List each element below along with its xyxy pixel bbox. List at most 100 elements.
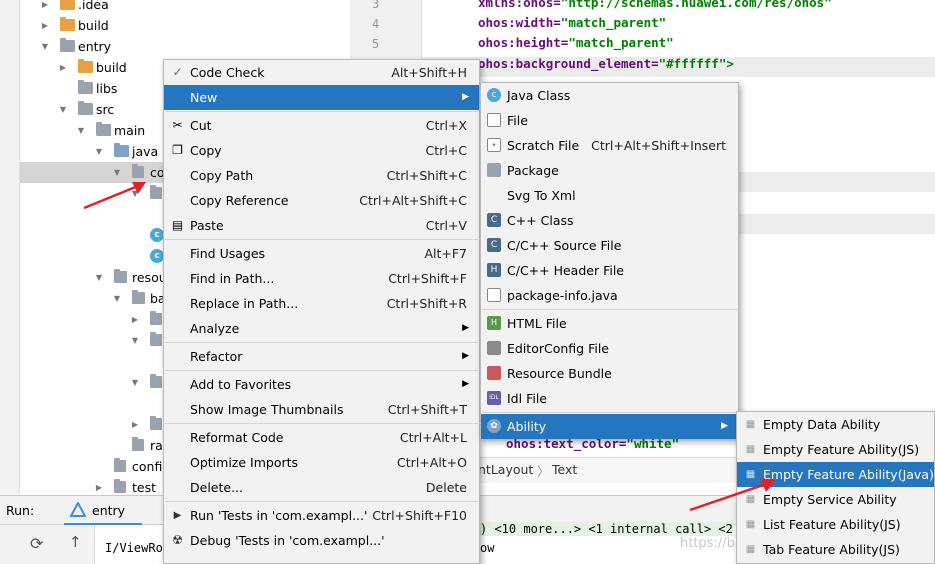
module-folder-icon [60,38,75,52]
menu-label: Paste [190,218,224,233]
menu-separator [482,309,737,310]
folder-icon [150,416,162,430]
menu-item-find-in-path[interactable]: Find in Path... Ctrl+Shift+F [164,266,479,291]
menu-item-empty-feature-ability-js[interactable]: ▦ Empty Feature Ability(JS) [737,437,934,462]
chevron-down-icon[interactable]: ▼ [58,99,68,120]
menu-item-copy-reference[interactable]: Copy Reference Ctrl+Alt+Shift+C [164,188,479,213]
menu-item-add-to-favorites[interactable]: Add to Favorites ▶ [164,372,479,397]
chevron-down-icon[interactable]: ▼ [40,36,50,57]
code-line: ohos:width="match_parent" [478,15,666,30]
menu-item-list-feature-ability-js[interactable]: ▦ List Feature Ability(JS) [737,512,934,537]
menu-separator [165,342,478,343]
chevron-right-icon: 〉 [537,464,550,479]
folder-icon [132,290,145,304]
tree-row-idea[interactable]: ▶ .idea [20,0,360,15]
chevron-down-icon[interactable]: ▼ [94,267,104,288]
menu-item-empty-data-ability[interactable]: ▦ Empty Data Ability [737,412,934,437]
chevron-right-icon[interactable]: ▶ [40,0,50,15]
menu-item-reformat-code[interactable]: Reformat Code Ctrl+Alt+L [164,425,479,450]
menu-item-java-class[interactable]: c Java Class [481,83,738,108]
tree-label: ra [150,438,163,453]
menu-shortcut: Alt+Shift+H [391,65,467,80]
tool-window-strip [0,0,20,495]
tree-row-entry[interactable]: ▼ entry [20,36,360,57]
menu-item-run-tests[interactable]: ▶ Run 'Tests in 'com.exampl...' Ctrl+Shift… [164,503,479,528]
menu-label: Scratch File [507,138,580,153]
code-attr: xmlns:ohos= [478,0,561,10]
menu-item-paste[interactable]: ▤ Paste Ctrl+V [164,213,479,238]
tree-row-build[interactable]: ▶ build [20,15,360,36]
menu-label: Analyze [190,321,240,336]
chevron-down-icon[interactable]: ▼ [130,372,140,393]
rerun-icon[interactable]: ⟳ [30,534,43,553]
menu-shortcut: Ctrl+Alt+O [397,455,467,470]
chevron-right-icon[interactable]: ▶ [130,414,140,435]
scratch-file-icon: • [487,138,501,152]
menu-item-cpp-class[interactable]: C C++ Class [481,208,738,233]
menu-item-tab-feature-ability-js[interactable]: ▦ Tab Feature Ability(JS) [737,537,934,562]
menu-item-cpp-header[interactable]: H C/C++ Header File [481,258,738,283]
menu-separator [165,370,478,371]
class-icon: c [150,249,164,263]
menu-item-cpp-source[interactable]: C C/C++ Source File [481,233,738,258]
menu-separator [482,412,737,413]
chevron-right-icon[interactable]: ▶ [58,57,68,78]
folder-icon [60,0,75,10]
file-icon [487,113,501,127]
menu-item-refactor[interactable]: Refactor ▶ [164,344,479,369]
chevron-right-icon[interactable]: ▶ [94,477,104,495]
line-number: 4 [372,17,380,31]
menu-item-package[interactable]: Package [481,158,738,183]
menu-item-idl-file[interactable]: IDL Idl File [481,386,738,411]
menu-item-code-check[interactable]: ✓ Code Check Alt+Shift+H [164,60,479,85]
menu-label: Code Check [190,65,265,80]
menu-item-find-usages[interactable]: Find Usages Alt+F7 [164,241,479,266]
menu-item-svg-to-xml[interactable]: Svg To Xml [481,183,738,208]
chevron-right-icon[interactable]: ▶ [40,15,50,36]
run-side-toolbar: ⟳ ↑ [0,525,95,564]
menu-item-debug-tests[interactable]: ☢ Debug 'Tests in 'com.exampl...' [164,528,479,553]
console-line: ) <10 more...> <1 internal call> <2 [480,522,733,536]
menu-item-cut[interactable]: ✂ Cut Ctrl+X [164,113,479,138]
menu-item-delete[interactable]: Delete... Delete [164,475,479,500]
menu-item-analyze[interactable]: Analyze ▶ [164,316,479,341]
tree-label: main [114,123,146,138]
menu-item-optimize-imports[interactable]: Optimize Imports Ctrl+Alt+O [164,450,479,475]
chevron-down-icon[interactable]: ▼ [112,288,122,309]
menu-label: C++ Class [507,213,574,228]
menu-item-scratch-file[interactable]: • Scratch File Ctrl+Alt+Shift+Insert [481,133,738,158]
breadcrumb-item[interactable]: ntLayout [478,462,533,477]
menu-item-file[interactable]: File [481,108,738,133]
menu-item-new[interactable]: New ▶ [164,85,479,110]
menu-item-package-info[interactable]: package-info.java [481,283,738,308]
chevron-right-icon[interactable]: ▶ [130,309,140,330]
code-attr: ohos:background_element= [478,56,659,71]
menu-item-copy-path[interactable]: Copy Path Ctrl+Shift+C [164,163,479,188]
menu-label: Package [507,163,559,178]
chevron-down-icon[interactable]: ▼ [130,330,140,351]
menu-shortcut: Ctrl+Shift+R [386,296,467,311]
menu-item-editorconfig[interactable]: EditorConfig File [481,336,738,361]
java-class-icon: c [487,88,501,102]
menu-item-show-image-thumbnails[interactable]: Show Image Thumbnails Ctrl+Shift+T [164,397,479,422]
run-tab-entry[interactable]: entry [92,503,125,518]
menu-item-copy[interactable]: ❐ Copy Ctrl+C [164,138,479,163]
menu-label: Empty Feature Ability(Java) [763,467,934,482]
menu-item-resource-bundle[interactable]: Resource Bundle [481,361,738,386]
menu-label: Tab Feature Ability(JS) [763,542,900,557]
chevron-down-icon[interactable]: ▼ [94,141,104,162]
menu-separator [165,111,478,112]
menu-item-html-file[interactable]: H HTML File [481,311,738,336]
chevron-down-icon[interactable]: ▼ [76,120,86,141]
menu-shortcut: Alt+F7 [424,246,467,261]
tree-label: entry [78,39,112,54]
menu-item-ability[interactable]: ✿ Ability ▶ [481,414,738,439]
folder-icon [150,332,162,346]
menu-item-replace-in-path[interactable]: Replace in Path... Ctrl+Shift+R [164,291,479,316]
menu-shortcut: Ctrl+Shift+F10 [372,508,467,523]
breadcrumb-item[interactable]: Text [552,462,577,477]
menu-label: List Feature Ability(JS) [763,517,901,532]
arrow-up-icon[interactable]: ↑ [69,533,82,551]
menu-shortcut: Ctrl+Shift+T [387,402,467,417]
template-icon: ▦ [745,519,756,530]
